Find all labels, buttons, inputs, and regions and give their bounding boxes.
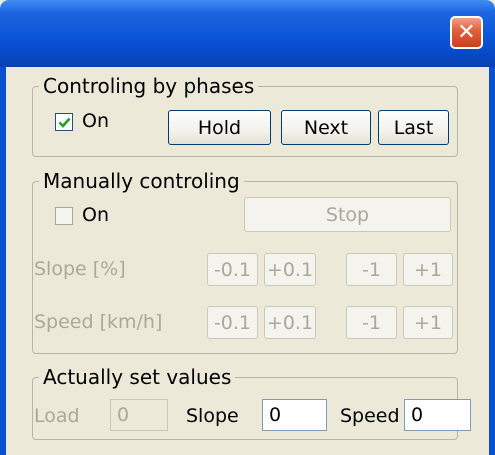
load-field[interactable]: 0 — [110, 399, 168, 431]
slope-plus-1-button[interactable]: +1 — [403, 253, 453, 286]
dialog-window: ✕ Controling by phases On Hold Next Last… — [0, 0, 495, 455]
manual-on-label: On — [82, 204, 109, 226]
speed-value-label: Speed — [340, 405, 400, 427]
window-frame-right — [489, 67, 495, 455]
window-frame-left — [0, 67, 6, 455]
speed-minus-1-button[interactable]: -1 — [346, 306, 397, 339]
slope-plus-0.1-button[interactable]: +0.1 — [264, 253, 316, 286]
slope-minus-1-button[interactable]: -1 — [346, 253, 397, 286]
speed-minus-0.1-button[interactable]: -0.1 — [207, 306, 258, 339]
slope-value-label: Slope — [186, 405, 239, 427]
close-button[interactable]: ✕ — [450, 16, 483, 49]
slope-row-label: Slope [%] — [34, 258, 126, 280]
slope-minus-0.1-button[interactable]: -0.1 — [207, 253, 258, 286]
phases-on-label: On — [82, 110, 109, 132]
speed-row-label: Speed [km/h] — [34, 311, 163, 333]
next-button[interactable]: Next — [281, 110, 371, 145]
title-bar[interactable]: ✕ — [0, 0, 495, 67]
hold-button[interactable]: Hold — [168, 110, 271, 145]
slope-value-field[interactable]: 0 — [262, 399, 327, 431]
stop-button[interactable]: Stop — [244, 197, 451, 232]
manual-legend: Manually controling — [43, 169, 240, 193]
load-label: Load — [34, 405, 80, 427]
close-icon: ✕ — [457, 19, 476, 45]
manual-on-checkbox[interactable] — [55, 207, 73, 225]
speed-plus-0.1-button[interactable]: +0.1 — [264, 306, 316, 339]
speed-value-field[interactable]: 0 — [404, 399, 471, 431]
actual-values-legend: Actually set values — [43, 365, 232, 389]
speed-plus-1-button[interactable]: +1 — [403, 306, 453, 339]
phases-on-checkbox[interactable] — [55, 113, 73, 131]
last-button[interactable]: Last — [378, 110, 449, 145]
checkmark-icon — [58, 117, 70, 128]
actual-values-group: Actually set values — [32, 366, 458, 440]
phases-legend: Controling by phases — [43, 74, 255, 98]
